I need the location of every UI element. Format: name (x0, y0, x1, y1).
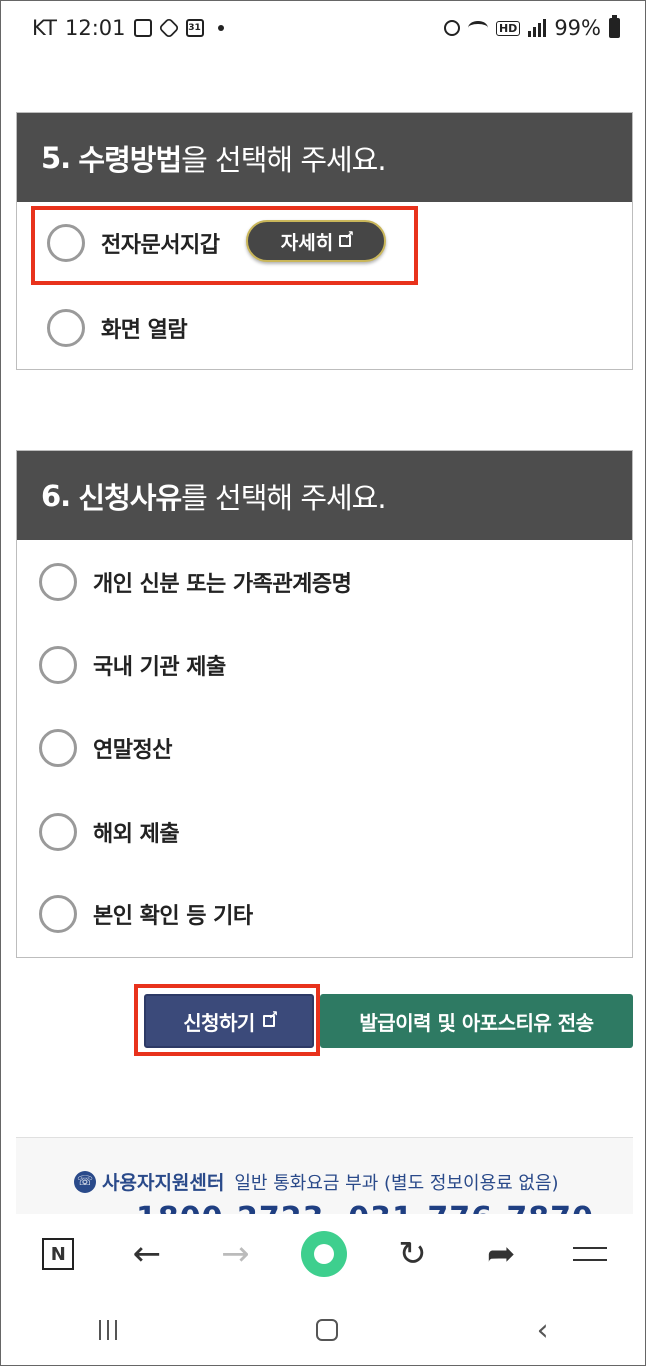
naver-home-button[interactable]: N (33, 1229, 83, 1279)
option-label: 전자문서지갑 (101, 233, 220, 258)
cube-icon (157, 17, 180, 39)
refresh-icon: ↻ (398, 1234, 427, 1274)
radio-button[interactable] (39, 646, 77, 684)
detail-button[interactable]: 자세히 (246, 220, 386, 262)
option-label: 본인 확인 등 기타 (93, 904, 253, 929)
arrow-left-icon: ← (132, 1234, 162, 1274)
section-number: 5. (41, 140, 71, 175)
option-reason-2[interactable]: 국내 기관 제출 (39, 646, 226, 684)
section-receive-method: 5. 수령방법을 선택해 주세요. 전자문서지갑 자세히 화면 열람 (16, 112, 633, 370)
section-keyword: 수령방법 (78, 142, 182, 177)
option-label: 화면 열람 (101, 318, 188, 343)
menu-button[interactable] (565, 1229, 615, 1279)
option-label: 연말정산 (93, 738, 172, 763)
recent-apps-icon[interactable] (99, 1320, 118, 1340)
battery-icon (609, 15, 620, 38)
status-right: HD 99% (443, 15, 620, 40)
browser-toolbar: N ← → ↻ ➦ (0, 1214, 648, 1294)
phone-icon: ☏ (74, 1170, 96, 1193)
radio-button[interactable] (39, 563, 77, 601)
hamburger-icon (572, 1247, 607, 1261)
status-left: KT 12:01 31 (32, 16, 224, 40)
option-e-wallet[interactable]: 전자문서지갑 (47, 224, 220, 262)
status-bar: KT 12:01 31 HD 99% (0, 0, 648, 62)
back-chevron-icon[interactable]: ‹ (537, 1313, 549, 1348)
refresh-button[interactable]: ↻ (388, 1229, 438, 1279)
option-reason-1[interactable]: 개인 신분 또는 가족관계증명 (39, 563, 352, 601)
back-button[interactable]: ← (122, 1229, 172, 1279)
radio-button[interactable] (39, 895, 77, 933)
system-navigation: ‹ (0, 1294, 648, 1366)
forward-button[interactable]: → (210, 1229, 260, 1279)
section-title-rest: 을 선택해 주세요. (181, 142, 386, 177)
hd-voice-icon: HD (495, 20, 521, 36)
wifi-icon (467, 21, 488, 35)
share-icon: ➦ (486, 1234, 516, 1274)
radio-button[interactable] (39, 813, 77, 851)
radio-button[interactable] (47, 309, 85, 347)
home-icon[interactable] (315, 1319, 338, 1341)
option-label: 해외 제출 (93, 822, 180, 847)
alarm-icon (443, 20, 460, 36)
notification-dot-icon (217, 25, 224, 31)
support-note: 일반 통화요금 부과 (별도 정보이용료 없음) (234, 1172, 559, 1194)
option-label: 국내 기관 제출 (93, 655, 226, 680)
option-reason-3[interactable]: 연말정산 (39, 729, 172, 767)
option-reason-5[interactable]: 본인 확인 등 기타 (39, 895, 253, 933)
section-apply-reason: 6. 신청사유 를 선택해 주세요. 개인 신분 또는 가족관계증명 국내 기관 … (16, 450, 633, 958)
green-dot-icon (300, 1231, 347, 1277)
option-reason-4[interactable]: 해외 제출 (39, 813, 180, 851)
green-dot-button[interactable] (299, 1229, 349, 1279)
section-keyword: 신청사유 (78, 480, 182, 515)
radio-button[interactable] (47, 224, 85, 262)
apply-button-label: 신청하기 (183, 1010, 255, 1035)
apply-button[interactable]: 신청하기 (144, 994, 314, 1048)
section-title: 6. 신청사유 를 선택해 주세요. (17, 451, 632, 540)
arrow-right-icon: → (221, 1234, 250, 1274)
clock: 12:01 (64, 16, 126, 40)
gallery-icon (133, 19, 152, 37)
option-screen-view[interactable]: 화면 열람 (47, 309, 188, 347)
radio-button[interactable] (39, 729, 77, 767)
external-link-icon (262, 1008, 278, 1027)
support-center: ☏ 사용자지원센터 일반 통화요금 부과 (별도 정보이용료 없음) 1800-… (16, 1137, 633, 1218)
carrier: KT (32, 16, 57, 40)
option-label: 개인 신분 또는 가족관계증명 (93, 572, 352, 597)
section-number: 6. (41, 478, 71, 513)
signal-icon (528, 19, 547, 37)
detail-button-label: 자세히 (280, 231, 334, 254)
section-title-rest: 를 선택해 주세요. (181, 480, 386, 515)
battery-level: 99% (554, 16, 601, 40)
support-line: ☏ 사용자지원센터 일반 통화요금 부과 (별도 정보이용료 없음) (74, 1168, 559, 1195)
calendar-icon: 31 (185, 19, 204, 37)
share-button[interactable]: ➦ (476, 1229, 526, 1279)
section-title: 5. 수령방법 을 선택해 주세요. (17, 113, 632, 202)
external-link-icon (339, 228, 354, 247)
support-title: 사용자지원센터 (102, 1172, 225, 1194)
naver-n-icon: N (42, 1238, 75, 1270)
issue-history-button[interactable]: 발급이력 및 아포스티유 전송 (320, 994, 633, 1048)
